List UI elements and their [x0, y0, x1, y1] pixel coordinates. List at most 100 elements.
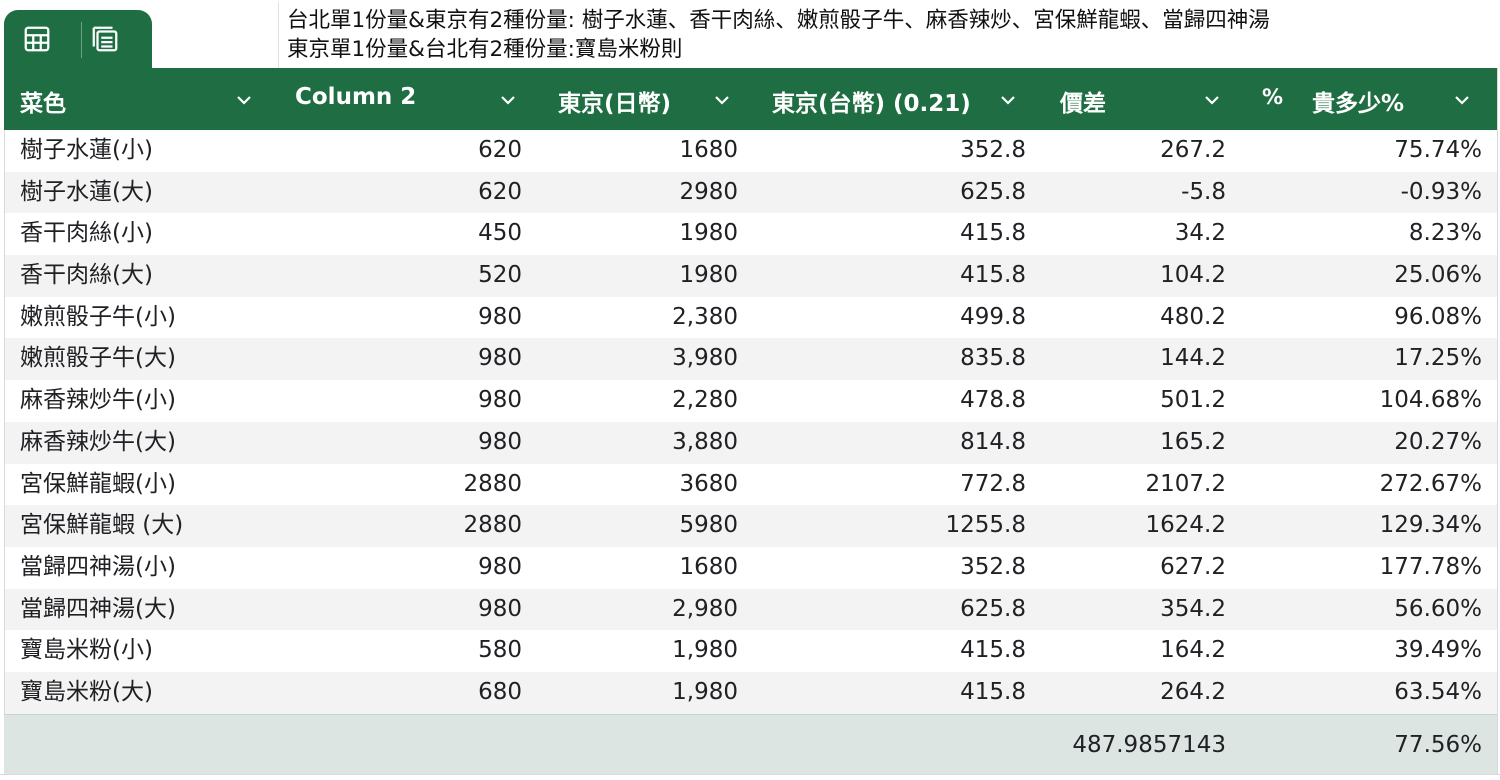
table-row[interactable]: 寶島米粉(大) 680 1,980 415.8 264.2 63.54%: [4, 671, 1498, 714]
cell-column2[interactable]: 980: [278, 338, 540, 380]
cell-dish[interactable]: 寶島米粉(大): [4, 672, 278, 714]
cell-tokyo-jpy[interactable]: 2,280: [540, 380, 754, 422]
cell-price-diff[interactable]: 480.2: [1042, 297, 1242, 339]
cell-column2[interactable]: 450: [278, 213, 540, 255]
cell-price-diff[interactable]: 264.2: [1042, 672, 1242, 714]
cell-pct-more[interactable]: 20.27%: [1242, 422, 1498, 464]
column-header-dish[interactable]: 菜色: [4, 68, 278, 130]
cell-price-diff[interactable]: 627.2: [1042, 547, 1242, 589]
table-row[interactable]: 麻香辣炒牛(小) 980 2,280 478.8 501.2 104.68%: [4, 380, 1498, 422]
cell-price-diff[interactable]: -5.8: [1042, 172, 1242, 214]
cell-tokyo-twd[interactable]: 478.8: [754, 380, 1042, 422]
cell-tokyo-jpy[interactable]: 2,380: [540, 297, 754, 339]
table-row[interactable]: 當歸四神湯(小) 980 1680 352.8 627.2 177.78%: [4, 547, 1498, 589]
cell-price-diff[interactable]: 267.2: [1042, 130, 1242, 172]
cell-pct-more[interactable]: -0.93%: [1242, 172, 1498, 214]
cell-tokyo-jpy[interactable]: 2980: [540, 172, 754, 214]
cell-column2[interactable]: 980: [278, 589, 540, 631]
cell-pct-more[interactable]: 272.67%: [1242, 464, 1498, 506]
cell-dish[interactable]: 樹子水蓮(小): [4, 130, 278, 172]
cell-dish[interactable]: 寶島米粉(小): [4, 630, 278, 672]
cell-price-diff[interactable]: 104.2: [1042, 255, 1242, 297]
cell-column2[interactable]: 620: [278, 130, 540, 172]
cell-dish[interactable]: 樹子水蓮(大): [4, 172, 278, 214]
cell-dish[interactable]: 嫩煎骰子牛(大): [4, 338, 278, 380]
column-header-price-diff[interactable]: 價差: [1042, 68, 1242, 130]
cell-price-diff[interactable]: 501.2: [1042, 380, 1242, 422]
table-row[interactable]: 宮保鮮龍蝦(小) 2880 3680 772.8 2107.2 272.67%: [4, 464, 1498, 506]
cell-tokyo-twd[interactable]: 352.8: [754, 130, 1042, 172]
cell-price-diff[interactable]: 34.2: [1042, 213, 1242, 255]
cell-column2[interactable]: 980: [278, 422, 540, 464]
cell-column2[interactable]: 980: [278, 380, 540, 422]
cell-tokyo-twd[interactable]: 499.8: [754, 297, 1042, 339]
cell-column2[interactable]: 680: [278, 672, 540, 714]
table-row[interactable]: 香干肉絲(小) 450 1980 415.8 34.2 8.23%: [4, 213, 1498, 255]
cell-price-diff[interactable]: 2107.2: [1042, 464, 1242, 506]
cell-tokyo-jpy[interactable]: 3,980: [540, 338, 754, 380]
table-row[interactable]: 樹子水蓮(小) 620 1680 352.8 267.2 75.74%: [4, 130, 1498, 172]
column-header-tokyo-twd[interactable]: 東京(台幣) (0.21): [754, 68, 1042, 130]
chevron-down-icon[interactable]: [1452, 90, 1472, 110]
table-row[interactable]: 當歸四神湯(大) 980 2,980 625.8 354.2 56.60%: [4, 588, 1498, 631]
chevron-down-icon[interactable]: [998, 90, 1018, 110]
cell-tokyo-jpy[interactable]: 1,980: [540, 672, 754, 714]
cell-pct-more[interactable]: 75.74%: [1242, 130, 1498, 172]
cell-tokyo-twd[interactable]: 772.8: [754, 464, 1042, 506]
cell-dish[interactable]: 香干肉絲(小): [4, 213, 278, 255]
cell-pct-more[interactable]: 25.06%: [1242, 255, 1498, 297]
cell-tokyo-twd[interactable]: 352.8: [754, 547, 1042, 589]
cell-dish[interactable]: 宮保鮮龍蝦 (大): [4, 505, 278, 547]
table-row[interactable]: 麻香辣炒牛(大) 980 3,880 814.8 165.2 20.27%: [4, 421, 1498, 464]
table-row[interactable]: 香干肉絲(大) 520 1980 415.8 104.2 25.06%: [4, 255, 1498, 297]
table-row[interactable]: 嫩煎骰子牛(小) 980 2,380 499.8 480.2 96.08%: [4, 297, 1498, 339]
cell-tokyo-jpy[interactable]: 5980: [540, 505, 754, 547]
total-price-diff[interactable]: 487.9857143: [1042, 715, 1242, 775]
cell-column2[interactable]: 620: [278, 172, 540, 214]
cell-price-diff[interactable]: 1624.2: [1042, 505, 1242, 547]
cell-column2[interactable]: 580: [278, 630, 540, 672]
table-row[interactable]: 嫩煎骰子牛(大) 980 3,980 835.8 144.2 17.25%: [4, 338, 1498, 381]
cell-tokyo-jpy[interactable]: 3680: [540, 464, 754, 506]
cell-price-diff[interactable]: 144.2: [1042, 338, 1242, 380]
table-view-button[interactable]: [14, 19, 60, 59]
cell-tokyo-twd[interactable]: 415.8: [754, 255, 1042, 297]
cell-tokyo-jpy[interactable]: 3,880: [540, 422, 754, 464]
cell-pct-more[interactable]: 129.34%: [1242, 505, 1498, 547]
cell-tokyo-twd[interactable]: 415.8: [754, 630, 1042, 672]
cell-tokyo-twd[interactable]: 814.8: [754, 422, 1042, 464]
cell-column2[interactable]: 2880: [278, 505, 540, 547]
cell-pct-more[interactable]: 63.54%: [1242, 672, 1498, 714]
cell-tokyo-twd[interactable]: 835.8: [754, 338, 1042, 380]
cell-price-diff[interactable]: 165.2: [1042, 422, 1242, 464]
cell-tokyo-jpy[interactable]: 2,980: [540, 589, 754, 631]
cell-tokyo-twd[interactable]: 1255.8: [754, 505, 1042, 547]
column-header-pct-more[interactable]: % 貴多少%: [1242, 68, 1498, 130]
cell-tokyo-twd[interactable]: 415.8: [754, 213, 1042, 255]
note-cell[interactable]: 台北單1份量&東京有2種份量: 樹子水蓮、香干肉絲、嫩煎骰子牛、麻香辣炒、宮保鮮…: [278, 2, 1500, 68]
table-row[interactable]: 樹子水蓮(大) 620 2980 625.8 -5.8 -0.93%: [4, 171, 1498, 214]
cell-column2[interactable]: 980: [278, 547, 540, 589]
total-cell-twd[interactable]: [754, 715, 1042, 775]
column-header-column2[interactable]: Column 2: [278, 68, 540, 130]
cell-tokyo-jpy[interactable]: 1,980: [540, 630, 754, 672]
cell-column2[interactable]: 520: [278, 255, 540, 297]
cell-tokyo-jpy[interactable]: 1980: [540, 255, 754, 297]
cell-tokyo-twd[interactable]: 625.8: [754, 172, 1042, 214]
column-header-tokyo-jpy[interactable]: 東京(日幣): [540, 68, 754, 130]
cell-dish[interactable]: 香干肉絲(大): [4, 255, 278, 297]
cell-pct-more[interactable]: 39.49%: [1242, 630, 1498, 672]
cell-dish[interactable]: 嫩煎骰子牛(小): [4, 297, 278, 339]
cell-dish[interactable]: 麻香辣炒牛(大): [4, 422, 278, 464]
card-view-button[interactable]: [82, 19, 128, 59]
cell-column2[interactable]: 980: [278, 297, 540, 339]
cell-pct-more[interactable]: 104.68%: [1242, 380, 1498, 422]
cell-dish[interactable]: 當歸四神湯(大): [4, 589, 278, 631]
cell-pct-more[interactable]: 17.25%: [1242, 338, 1498, 380]
cell-column2[interactable]: 2880: [278, 464, 540, 506]
cell-tokyo-twd[interactable]: 415.8: [754, 672, 1042, 714]
table-row[interactable]: 宮保鮮龍蝦 (大) 2880 5980 1255.8 1624.2 129.34%: [4, 505, 1498, 547]
cell-tokyo-jpy[interactable]: 1680: [540, 130, 754, 172]
cell-tokyo-twd[interactable]: 625.8: [754, 589, 1042, 631]
cell-tokyo-jpy[interactable]: 1680: [540, 547, 754, 589]
